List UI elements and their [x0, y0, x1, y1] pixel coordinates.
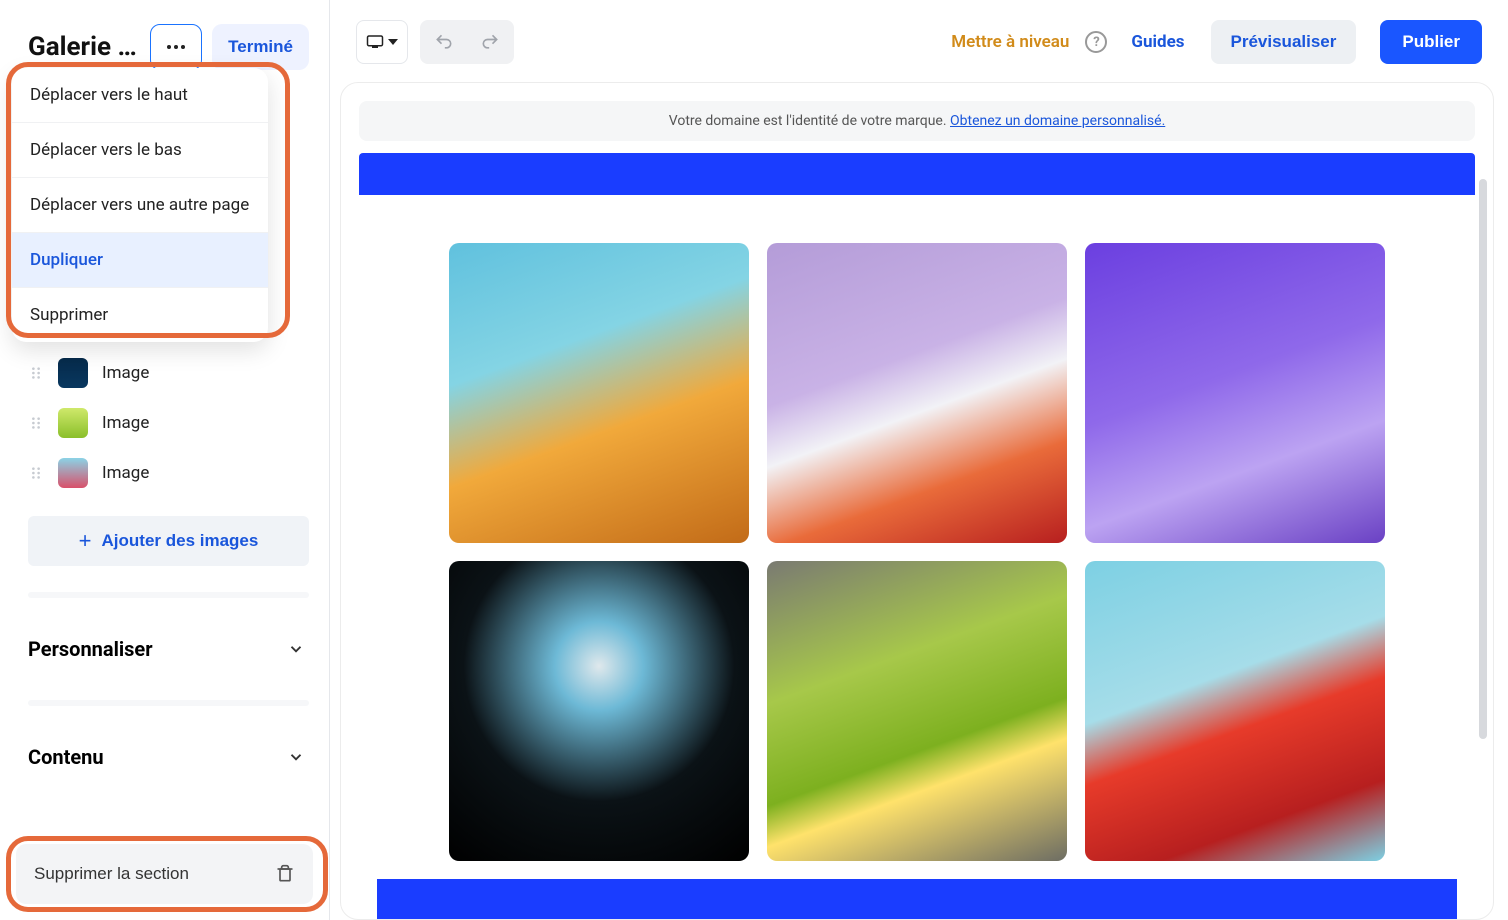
page-preview[interactable]: [359, 153, 1475, 919]
help-icon[interactable]: ?: [1085, 31, 1107, 53]
history-buttons: [420, 20, 514, 64]
chevron-down-icon: [287, 748, 305, 766]
publish-button[interactable]: Publier: [1380, 20, 1482, 64]
chevron-down-icon: [287, 640, 305, 658]
drag-handle-icon[interactable]: [28, 466, 44, 480]
image-thumbnail: [58, 408, 88, 438]
domain-banner-text: Votre domaine est l'identité de votre ma…: [669, 113, 950, 129]
drag-handle-icon[interactable]: [28, 366, 44, 380]
image-label: Image: [102, 463, 149, 483]
gallery-image[interactable]: [449, 561, 749, 861]
gallery-image[interactable]: [1085, 243, 1385, 543]
image-thumbnail: [58, 358, 88, 388]
gallery-image[interactable]: [449, 243, 749, 543]
guides-link[interactable]: Guides: [1131, 32, 1184, 52]
plus-icon: +: [79, 528, 92, 554]
add-images-label: Ajouter des images: [102, 531, 259, 551]
device-preview-button[interactable]: [356, 20, 408, 64]
editor-sidebar: Galerie d'i… Terminé Déplacer vers le ha…: [0, 0, 330, 920]
done-button[interactable]: Terminé: [212, 24, 309, 70]
add-images-button[interactable]: + Ajouter des images: [28, 516, 309, 566]
redo-icon: [480, 32, 500, 52]
image-gallery: [383, 243, 1451, 861]
image-label: Image: [102, 413, 149, 433]
canvas-shell: Votre domaine est l'identité de votre ma…: [340, 82, 1494, 920]
menu-move-other-page[interactable]: Déplacer vers une autre page: [12, 178, 268, 233]
more-options-menu: Déplacer vers le haut Déplacer vers le b…: [12, 68, 268, 342]
page-footer-bar: [377, 879, 1457, 919]
menu-move-up[interactable]: Déplacer vers le haut: [12, 68, 268, 123]
list-item[interactable]: Image: [28, 398, 309, 448]
drag-handle-icon[interactable]: [28, 416, 44, 430]
menu-duplicate[interactable]: Dupliquer: [12, 233, 268, 288]
topbar: Mettre à niveau ? Guides Prévisualiser P…: [330, 6, 1508, 82]
upgrade-link[interactable]: Mettre à niveau: [951, 32, 1069, 52]
caret-down-icon: [388, 39, 398, 45]
trash-icon: [275, 864, 295, 884]
list-item[interactable]: Image: [28, 448, 309, 498]
menu-delete[interactable]: Supprimer: [12, 288, 268, 342]
content-label: Contenu: [28, 745, 104, 769]
canvas-scrollbar[interactable]: [1479, 179, 1489, 899]
page-inner: [359, 195, 1475, 919]
separator: [28, 592, 309, 598]
image-label: Image: [102, 363, 149, 383]
separator: [28, 700, 309, 706]
redo-button[interactable]: [470, 24, 510, 60]
gallery-image[interactable]: [767, 561, 1067, 861]
undo-icon: [434, 32, 454, 52]
menu-move-down[interactable]: Déplacer vers le bas: [12, 123, 268, 178]
preview-button[interactable]: Prévisualiser: [1211, 20, 1357, 64]
gallery-image[interactable]: [1085, 561, 1385, 861]
more-options-button[interactable]: [150, 24, 202, 70]
scrollbar-thumb[interactable]: [1479, 179, 1487, 739]
personalize-label: Personnaliser: [28, 637, 153, 661]
delete-section-label: Supprimer la section: [34, 864, 189, 884]
domain-banner-link[interactable]: Obtenez un domaine personnalisé.: [950, 113, 1165, 129]
image-thumbnail: [58, 458, 88, 488]
content-section-toggle[interactable]: Contenu: [0, 732, 329, 782]
image-list: Image Image Image: [0, 348, 329, 498]
ellipsis-icon: [164, 35, 188, 59]
personalize-section-toggle[interactable]: Personnaliser: [0, 624, 329, 674]
undo-button[interactable]: [424, 24, 464, 60]
main-area: Mettre à niveau ? Guides Prévisualiser P…: [330, 0, 1508, 920]
domain-banner: Votre domaine est l'identité de votre ma…: [359, 101, 1475, 141]
list-item[interactable]: Image: [28, 348, 309, 398]
gallery-image[interactable]: [767, 243, 1067, 543]
delete-section-button[interactable]: Supprimer la section: [16, 844, 313, 904]
desktop-icon: [366, 35, 384, 49]
section-title: Galerie d'i…: [28, 32, 140, 62]
